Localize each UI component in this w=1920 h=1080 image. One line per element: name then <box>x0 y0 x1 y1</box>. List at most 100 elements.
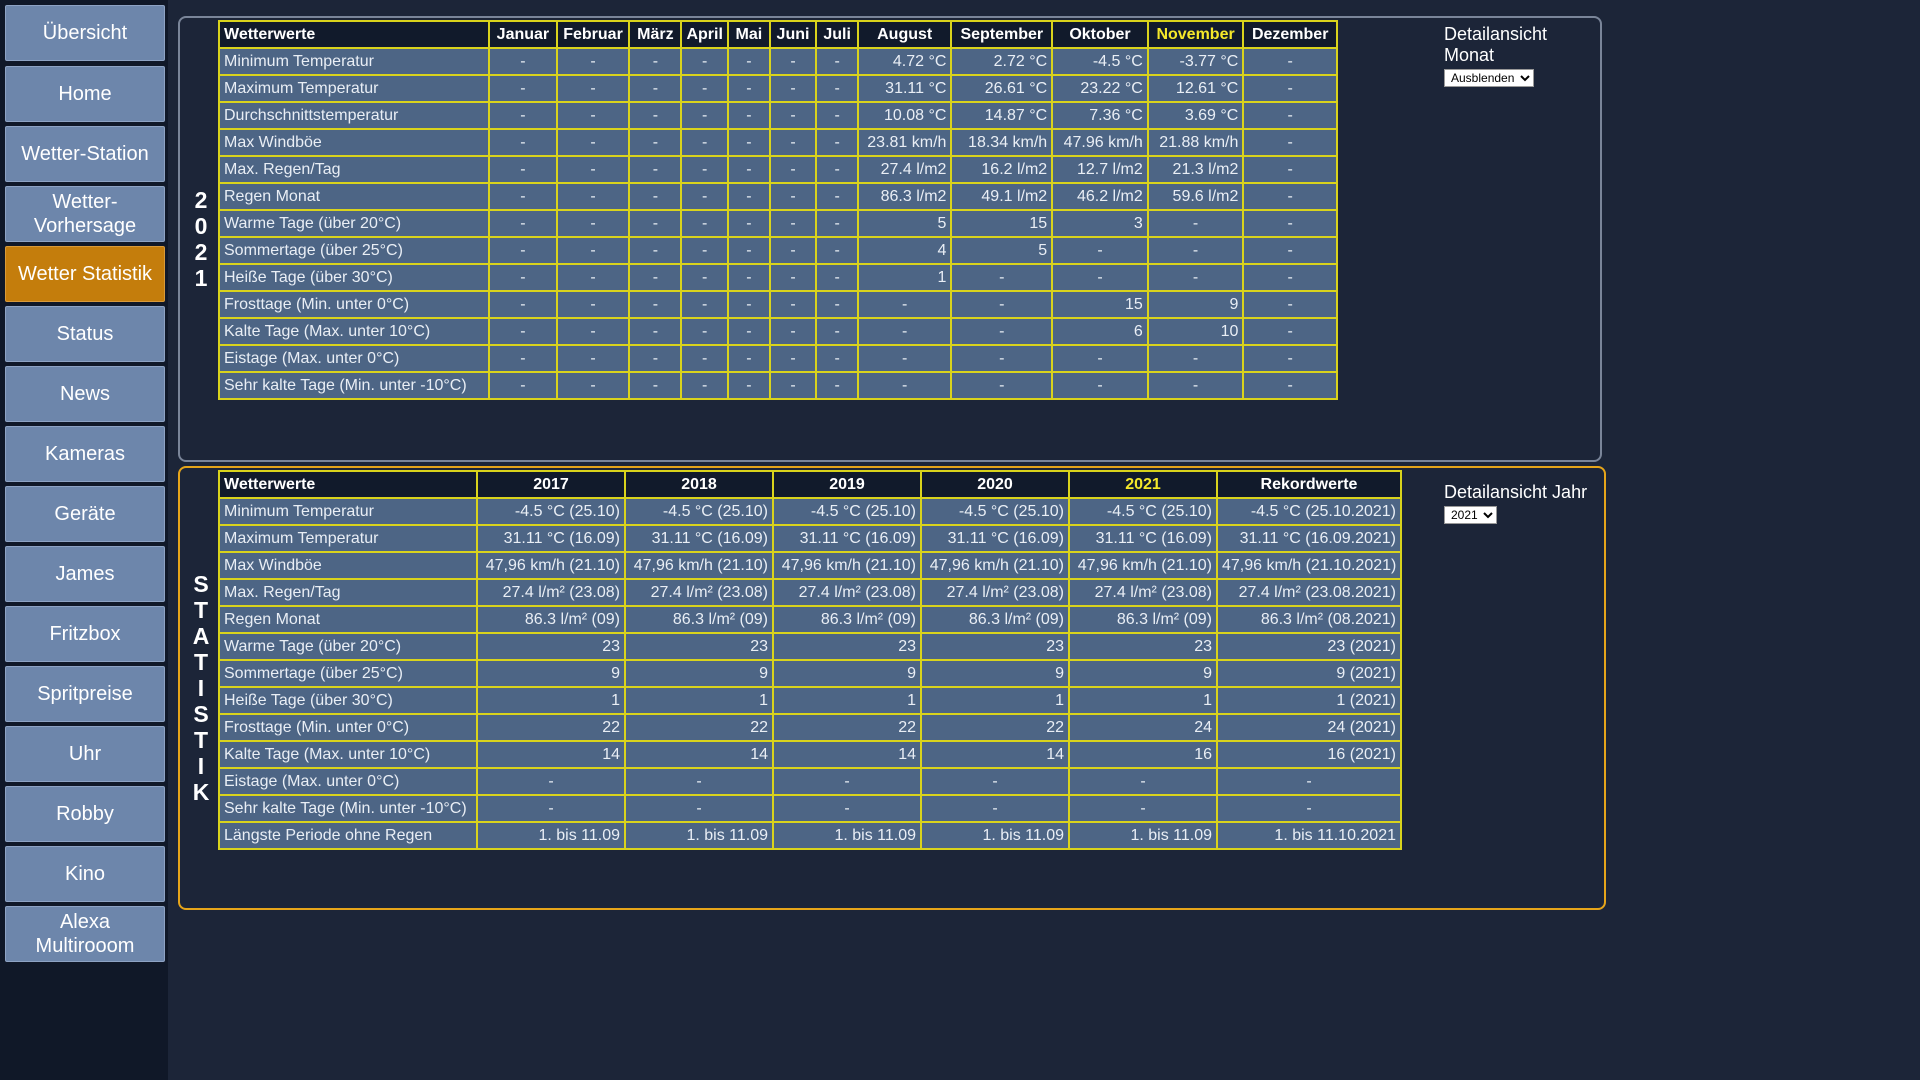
row-label: Warme Tage (über 20°C) <box>218 632 478 661</box>
nav-button-0[interactable]: Übersicht <box>5 5 165 61</box>
nav-button-10[interactable]: Fritzbox <box>5 606 165 662</box>
table-cell: - <box>1242 344 1338 373</box>
table-cell: 1. bis 11.10.2021 <box>1216 821 1402 850</box>
vertical-label-letter: I <box>197 675 205 701</box>
table-cell: - <box>727 236 771 265</box>
table-cell: - <box>727 290 771 319</box>
table-cell: 23 <box>1068 632 1218 661</box>
column-header: 2021 <box>1068 470 1218 499</box>
nav-button-12[interactable]: Uhr <box>5 726 165 782</box>
table-cell: - <box>680 263 730 292</box>
table-header-row: Wetterwerte Januar Februar März April Mai Juni… <box>217 20 1338 49</box>
nav-button-label: Spritpreise <box>37 683 133 705</box>
table-cell: 22 <box>476 713 626 742</box>
nav-button-2[interactable]: Wetter-Station <box>5 126 165 182</box>
column-header: August <box>856 20 953 49</box>
table-cell: 86.3 l/m² (08.2021) <box>1216 605 1402 634</box>
table-row: Regen Monat - - - - - - -86.3 l/m2 49.1 l/m2 46.2… <box>217 182 1338 211</box>
table-cell: - <box>628 101 683 130</box>
table-cell: - <box>488 182 558 211</box>
row-label: Max. Regen/Tag <box>218 578 478 607</box>
table-row: Längste Periode ohne Regen 1. bis 11.09 1.… <box>218 821 1402 850</box>
table-cell: - <box>624 794 774 823</box>
year-detail-select[interactable]: 2021 <box>1444 506 1497 524</box>
table-cell: - <box>1216 767 1402 796</box>
table-cell: 23 (2021) <box>1216 632 1402 661</box>
row-label: Sehr kalte Tage (Min. unter -10°C) <box>217 371 491 400</box>
table-header-row: Wetterwerte 2017 2018 2019 2020 2021 Rekordwer… <box>218 470 1402 499</box>
row-label: Max Windböe <box>217 128 491 157</box>
column-header: 2017 <box>476 470 626 499</box>
table-cell: - <box>727 182 771 211</box>
sidebar-nav: Übersicht Home Wetter-Station Wetter- Vorhe… <box>0 0 168 1080</box>
row-label: Kalte Tage (Max. unter 10°C) <box>218 740 478 769</box>
column-header: Rekordwerte <box>1216 470 1402 499</box>
table-cell: - <box>488 209 558 238</box>
table-cell: - <box>680 47 730 76</box>
table-cell: 59.6 l/m2 <box>1146 182 1245 211</box>
table-cell: - <box>628 263 683 292</box>
monthly-values-table: Wetterwerte Januar Februar März April Mai Juni… <box>217 20 1338 400</box>
month-detail-select[interactable]: Ausblenden <box>1444 69 1534 87</box>
nav-button-label: Status <box>56 323 114 345</box>
column-header: Juli <box>815 20 859 49</box>
table-cell: 9 (2021) <box>1216 659 1402 688</box>
table-cell: - <box>628 344 683 373</box>
nav-button-7[interactable]: Kameras <box>5 426 165 482</box>
nav-button-label: Kameras <box>44 443 126 465</box>
row-label: Längste Periode ohne Regen <box>218 821 478 850</box>
table-cell: - <box>772 767 922 796</box>
column-header: Dezember <box>1242 20 1338 49</box>
table-cell: - <box>1242 47 1338 76</box>
table-cell: - <box>856 344 953 373</box>
table-cell: - <box>488 236 558 265</box>
table-cell: - <box>624 767 774 796</box>
table-cell: 18.34 km/h <box>950 128 1054 157</box>
nav-button-11[interactable]: Spritpreise <box>5 666 165 722</box>
nav-button-1[interactable]: Home <box>5 66 165 122</box>
row-label: Warme Tage (über 20°C) <box>217 209 491 238</box>
nav-button-14[interactable]: Kino <box>5 846 165 902</box>
table-cell: - <box>1068 767 1218 796</box>
table-cell: - <box>680 128 730 157</box>
nav-button-9[interactable]: James <box>5 546 165 602</box>
nav-button-4[interactable]: Wetter Statistik <box>5 246 165 302</box>
table-cell: - <box>488 47 558 76</box>
table-cell: - <box>1242 128 1338 157</box>
table-cell: - <box>950 317 1054 346</box>
table-cell: - <box>815 236 859 265</box>
column-header: September <box>950 20 1054 49</box>
table-cell: 1 (2021) <box>1216 686 1402 715</box>
table-cell: - <box>1242 101 1338 130</box>
year-detail-title: Detailansicht Jahr <box>1444 482 1588 502</box>
column-header: Wetterwerte <box>218 470 478 499</box>
table-cell: 4 <box>856 236 953 265</box>
nav-button-8[interactable]: Geräte <box>5 486 165 542</box>
table-cell: - <box>488 344 558 373</box>
table-cell: 1. bis 11.09 <box>624 821 774 850</box>
table-cell: 27.4 l/m² (23.08) <box>920 578 1070 607</box>
table-cell: - <box>727 371 771 400</box>
yearly-statistics-panel: STATISTIK Wetterwerte 2017 2018 2019 2020 202… <box>178 466 1606 910</box>
nav-button-label: Wetter- Vorhersage <box>33 191 137 237</box>
nav-button-6[interactable]: News <box>5 366 165 422</box>
nav-button-15[interactable]: Alexa Multirooom <box>5 906 165 962</box>
table-cell: - <box>555 128 631 157</box>
row-label: Heiße Tage (über 30°C) <box>217 263 491 292</box>
table-cell: -4.5 °C (25.10.2021) <box>1216 497 1402 526</box>
table-row: Warme Tage (über 20°C) - - - - - - -5 15 3- - <box>217 209 1338 238</box>
table-cell: - <box>488 155 558 184</box>
table-cell: 1 <box>1068 686 1218 715</box>
table-row: Frosttage (Min. unter 0°C) 22 22 22 22 24 24 (… <box>218 713 1402 742</box>
table-cell: 86.3 l/m² (09) <box>476 605 626 634</box>
nav-button-13[interactable]: Robby <box>5 786 165 842</box>
nav-button-label: Home <box>58 83 112 105</box>
table-cell: 2.72 °C <box>950 47 1054 76</box>
table-cell: 47.96 km/h <box>1051 128 1149 157</box>
table-cell: 22 <box>920 713 1070 742</box>
column-header: Februar <box>555 20 631 49</box>
nav-button-3[interactable]: Wetter- Vorhersage <box>5 186 165 242</box>
nav-button-5[interactable]: Status <box>5 306 165 362</box>
table-cell: - <box>555 371 631 400</box>
table-cell: 16 (2021) <box>1216 740 1402 769</box>
